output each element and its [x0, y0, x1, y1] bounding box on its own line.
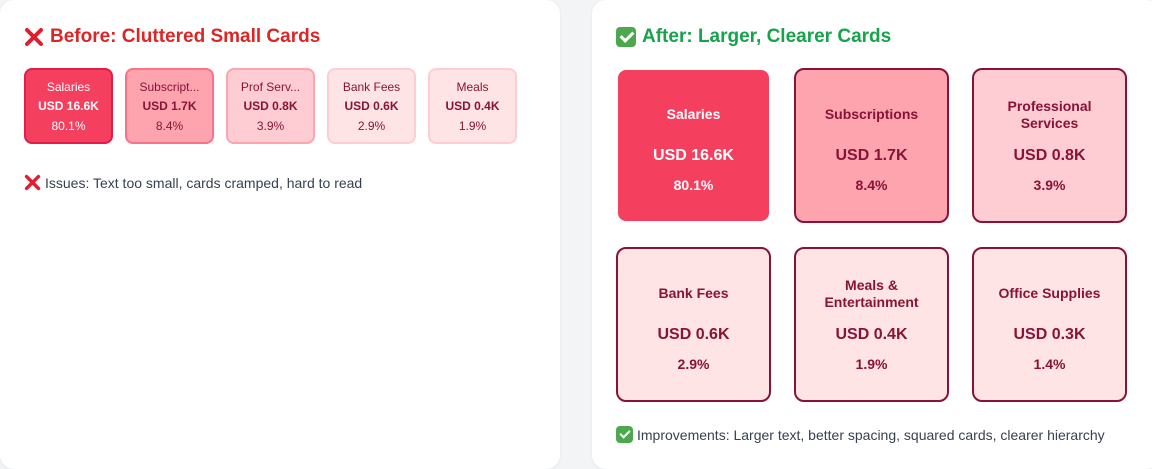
check-icon [616, 426, 633, 443]
check-icon [616, 27, 636, 47]
card-amount: USD 0.4K [445, 98, 500, 113]
card-name: Salaries [46, 79, 91, 94]
issues-note: Issues: Text too small, cards cramped, h… [24, 174, 362, 191]
card-name: Bank Fees [342, 79, 401, 94]
large-card-professional-services[interactable]: Professional Services USD 0.8K 3.9% [972, 68, 1127, 223]
card-name: Subscript... [139, 79, 200, 94]
after-title: After: Larger, Clearer Cards [616, 26, 891, 48]
card-percent: 1.9% [458, 118, 487, 133]
large-card-subscriptions[interactable]: Subscriptions USD 1.7K 8.4% [794, 68, 949, 223]
small-card-meals[interactable]: Meals USD 0.4K 1.9% [428, 68, 517, 144]
improvements-note: Improvements: Larger text, better spacin… [616, 426, 1105, 443]
card-amount: USD 0.3K [1013, 325, 1086, 343]
large-card-meals-entertainment[interactable]: Meals & Entertainment USD 0.4K 1.9% [794, 247, 949, 402]
before-panel: Before: Cluttered Small Cards Salaries U… [0, 0, 560, 469]
card-percent: 3.9% [1033, 176, 1066, 193]
large-card-office-supplies[interactable]: Office Supplies USD 0.3K 1.4% [972, 247, 1127, 402]
small-card-bank-fees[interactable]: Bank Fees USD 0.6K 2.9% [327, 68, 416, 144]
card-percent: 1.4% [1033, 355, 1066, 372]
card-amount: USD 16.6K [653, 146, 734, 164]
card-name: Bank Fees [658, 285, 729, 301]
card-name: Meals [456, 79, 489, 94]
card-name: Prof Serv... [240, 79, 301, 94]
card-percent: 1.9% [855, 355, 888, 372]
card-amount: USD 0.8K [1013, 146, 1086, 164]
card-amount: USD 1.7K [835, 146, 908, 164]
card-name: Professional Services [1007, 97, 1092, 131]
before-title: Before: Cluttered Small Cards [24, 26, 320, 48]
after-panel: After: Larger, Clearer Cards Salaries US… [592, 0, 1152, 469]
card-amount: USD 0.6K [344, 98, 399, 113]
x-icon [24, 174, 41, 191]
card-percent: 8.4% [855, 176, 888, 193]
small-card-professional-services[interactable]: Prof Serv... USD 0.8K 3.9% [226, 68, 315, 144]
card-name: Salaries [666, 106, 721, 122]
card-percent: 3.9% [256, 118, 285, 133]
card-percent: 2.9% [677, 355, 710, 372]
before-title-text: Before: Cluttered Small Cards [50, 26, 321, 47]
card-amount: USD 0.8K [243, 98, 298, 113]
large-cards-grid: Salaries USD 16.6K 80.1% Subscriptions U… [616, 68, 1127, 402]
card-name: Subscriptions [824, 106, 919, 122]
issues-text: Issues: Text too small, cards cramped, h… [45, 174, 363, 191]
card-amount: USD 16.6K [38, 98, 99, 113]
card-percent: 2.9% [357, 118, 386, 133]
card-percent: 80.1% [51, 118, 86, 133]
small-cards-row: Salaries USD 16.6K 80.1% Subscript... US… [24, 68, 517, 144]
large-card-salaries[interactable]: Salaries USD 16.6K 80.1% [616, 68, 771, 223]
card-percent: 80.1% [673, 176, 714, 193]
large-card-bank-fees[interactable]: Bank Fees USD 0.6K 2.9% [616, 247, 771, 402]
card-percent: 8.4% [155, 118, 184, 133]
card-amount: USD 0.6K [657, 325, 730, 343]
card-name: Office Supplies [998, 285, 1101, 301]
small-card-subscriptions[interactable]: Subscript... USD 1.7K 8.4% [125, 68, 214, 144]
x-icon [24, 27, 44, 47]
improvements-text: Improvements: Larger text, better spacin… [637, 426, 1105, 443]
after-title-text: After: Larger, Clearer Cards [642, 26, 892, 47]
card-amount: USD 0.4K [835, 325, 908, 343]
card-name: Meals & Entertainment [824, 276, 919, 310]
card-amount: USD 1.7K [142, 98, 197, 113]
small-card-salaries[interactable]: Salaries USD 16.6K 80.1% [24, 68, 113, 144]
